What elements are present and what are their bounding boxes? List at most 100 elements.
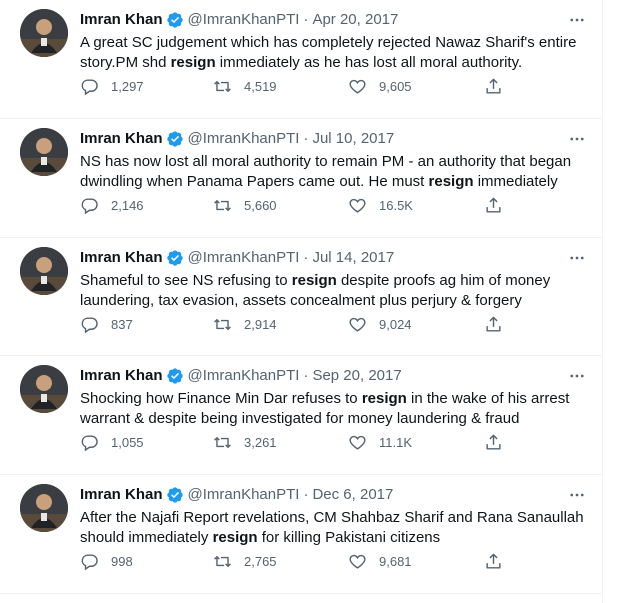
heart-icon bbox=[349, 79, 366, 94]
more-options-icon[interactable] bbox=[567, 366, 587, 386]
more-options-icon[interactable] bbox=[567, 248, 587, 268]
reply-button[interactable]: 1,297 bbox=[80, 76, 144, 96]
retweet-button[interactable]: 5,660 bbox=[213, 195, 277, 215]
tweet-date[interactable]: Sep 20, 2017 bbox=[312, 366, 401, 386]
share-button[interactable] bbox=[484, 432, 503, 452]
tweet-actions: 998 2,765 9,681 bbox=[80, 551, 510, 571]
retweet-count: 2,765 bbox=[244, 553, 277, 569]
tweet-text: Shocking how Finance Min Dar refuses to … bbox=[80, 389, 595, 429]
reply-icon bbox=[81, 197, 98, 214]
retweet-button[interactable]: 3,261 bbox=[213, 432, 277, 452]
avatar[interactable] bbox=[20, 9, 68, 57]
retweet-button[interactable]: 2,914 bbox=[213, 314, 277, 334]
like-count: 9,024 bbox=[379, 316, 412, 332]
verified-badge-icon bbox=[166, 367, 184, 385]
highlighted-keyword: resign bbox=[170, 54, 216, 71]
author-name[interactable]: Imran Khan bbox=[80, 366, 163, 386]
tweet[interactable]: Imran Khan @ImranKhanPTI · Jul 14, 2017 … bbox=[0, 238, 603, 356]
more-options-icon[interactable] bbox=[567, 10, 587, 30]
verified-badge-icon bbox=[166, 130, 184, 148]
retweet-count: 4,519 bbox=[244, 78, 277, 94]
share-button[interactable] bbox=[484, 76, 503, 96]
tweet-date[interactable]: Jul 14, 2017 bbox=[312, 248, 394, 268]
highlighted-keyword: resign bbox=[212, 529, 258, 546]
tweet[interactable]: Imran Khan @ImranKhanPTI · Sep 20, 2017 … bbox=[0, 356, 603, 475]
tweet-text: NS has now lost all moral authority to r… bbox=[80, 152, 595, 192]
reply-button[interactable]: 837 bbox=[80, 314, 133, 334]
avatar[interactable] bbox=[20, 365, 68, 413]
tweet-text: After the Najafi Report revelations, CM … bbox=[80, 508, 595, 548]
author-handle[interactable]: @ImranKhanPTI bbox=[188, 10, 300, 30]
retweet-icon bbox=[214, 318, 231, 330]
highlighted-keyword: resign bbox=[361, 390, 407, 407]
like-button[interactable]: 9,024 bbox=[348, 314, 412, 334]
tweet[interactable]: Imran Khan @ImranKhanPTI · Dec 6, 2017 A… bbox=[0, 475, 603, 594]
share-button[interactable] bbox=[484, 314, 503, 334]
heart-icon bbox=[349, 554, 366, 569]
author-name[interactable]: Imran Khan bbox=[80, 485, 163, 505]
like-button[interactable]: 9,605 bbox=[348, 76, 412, 96]
text-segment: Shameful to see NS refusing to bbox=[80, 272, 292, 289]
verified-badge-icon bbox=[166, 486, 184, 504]
tweet-actions: 1,055 3,261 11.1K bbox=[80, 432, 510, 452]
avatar[interactable] bbox=[20, 484, 68, 532]
like-button[interactable]: 16.5K bbox=[348, 195, 413, 215]
retweet-icon bbox=[214, 436, 231, 448]
reply-count: 998 bbox=[111, 553, 133, 569]
author-handle[interactable]: @ImranKhanPTI bbox=[188, 485, 300, 505]
reply-button[interactable]: 1,055 bbox=[80, 432, 144, 452]
reply-button[interactable]: 2,146 bbox=[80, 195, 144, 215]
like-button[interactable]: 9,681 bbox=[348, 551, 412, 571]
retweet-button[interactable]: 2,765 bbox=[213, 551, 277, 571]
reply-icon bbox=[81, 553, 98, 570]
tweet-header: Imran Khan @ImranKhanPTI · Jul 10, 2017 bbox=[80, 129, 394, 149]
more-options-icon[interactable] bbox=[567, 129, 587, 149]
heart-icon bbox=[349, 435, 366, 450]
reply-button[interactable]: 998 bbox=[80, 551, 133, 571]
share-icon bbox=[486, 316, 501, 332]
tweet-text: A great SC judgement which has completel… bbox=[80, 33, 595, 73]
text-segment: immediately bbox=[473, 173, 558, 190]
avatar[interactable] bbox=[20, 128, 68, 176]
share-button[interactable] bbox=[484, 551, 503, 571]
tweet-header: Imran Khan @ImranKhanPTI · Dec 6, 2017 bbox=[80, 485, 393, 505]
like-button[interactable]: 11.1K bbox=[348, 432, 412, 452]
retweet-count: 3,261 bbox=[244, 434, 277, 450]
separator-dot: · bbox=[303, 367, 309, 384]
like-count: 11.1K bbox=[379, 434, 413, 450]
more-options-icon[interactable] bbox=[567, 485, 587, 505]
share-icon bbox=[486, 78, 501, 94]
author-name[interactable]: Imran Khan bbox=[80, 248, 163, 268]
retweet-icon bbox=[214, 199, 231, 211]
reply-icon bbox=[81, 434, 98, 451]
reply-count: 1,055 bbox=[111, 434, 144, 450]
author-name[interactable]: Imran Khan bbox=[80, 129, 163, 149]
like-count: 9,605 bbox=[379, 78, 412, 94]
tweet-actions: 837 2,914 9,024 bbox=[80, 314, 510, 334]
like-count: 9,681 bbox=[379, 553, 412, 569]
tweet-date[interactable]: Jul 10, 2017 bbox=[312, 129, 394, 149]
tweet-date[interactable]: Dec 6, 2017 bbox=[312, 485, 393, 505]
tweet[interactable]: Imran Khan @ImranKhanPTI · Apr 20, 2017 … bbox=[0, 0, 603, 119]
tweet[interactable]: Imran Khan @ImranKhanPTI · Jul 10, 2017 … bbox=[0, 119, 603, 238]
tweet-feed: Imran Khan @ImranKhanPTI · Apr 20, 2017 … bbox=[0, 0, 603, 603]
tweet-header: Imran Khan @ImranKhanPTI · Sep 20, 2017 bbox=[80, 366, 402, 386]
author-handle[interactable]: @ImranKhanPTI bbox=[188, 248, 300, 268]
heart-icon bbox=[349, 317, 366, 332]
tweet-header: Imran Khan @ImranKhanPTI · Jul 14, 2017 bbox=[80, 248, 394, 268]
retweet-button[interactable]: 4,519 bbox=[213, 76, 277, 96]
tweet-date[interactable]: Apr 20, 2017 bbox=[312, 10, 398, 30]
separator-dot: · bbox=[303, 249, 309, 266]
retweet-count: 5,660 bbox=[244, 197, 277, 213]
share-icon bbox=[486, 553, 501, 569]
highlighted-keyword: resign bbox=[291, 272, 337, 289]
share-button[interactable] bbox=[484, 195, 503, 215]
text-segment: Shocking how Finance Min Dar refuses to bbox=[80, 390, 362, 407]
text-segment: for killing Pakistani citizens bbox=[257, 529, 441, 546]
reply-count: 2,146 bbox=[111, 197, 144, 213]
avatar[interactable] bbox=[20, 247, 68, 295]
reply-count: 837 bbox=[111, 316, 133, 332]
author-handle[interactable]: @ImranKhanPTI bbox=[188, 129, 300, 149]
author-handle[interactable]: @ImranKhanPTI bbox=[188, 366, 300, 386]
author-name[interactable]: Imran Khan bbox=[80, 10, 163, 30]
